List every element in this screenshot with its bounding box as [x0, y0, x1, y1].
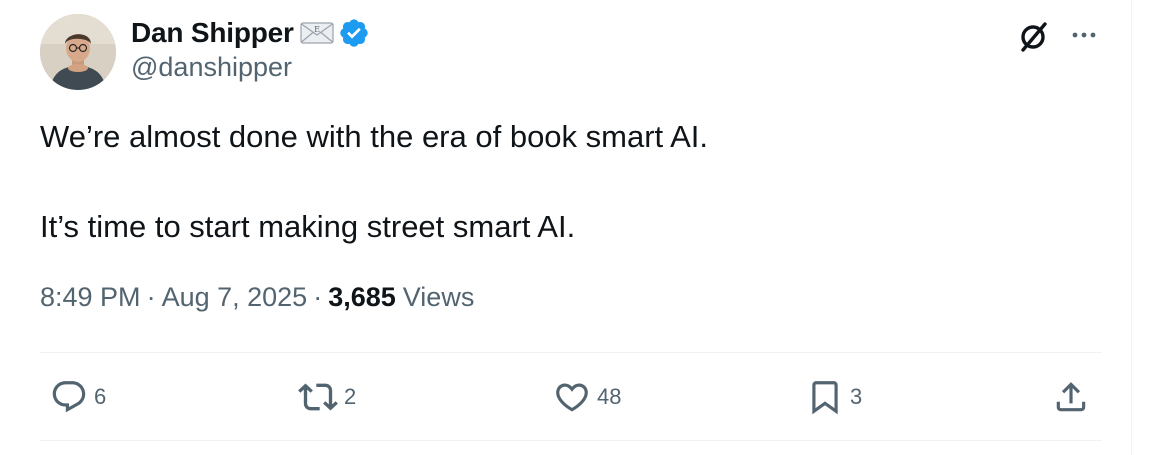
more-dots-icon[interactable] — [1066, 20, 1102, 50]
tweet-meta: 8:49 PM · Aug 7, 2025 · 3,685 Views — [40, 282, 474, 313]
author-name-row: Dan Shipper E — [131, 14, 372, 52]
author-name[interactable]: Dan Shipper — [131, 17, 294, 49]
repost-button[interactable]: 2 — [298, 374, 356, 420]
author-handle[interactable]: @danshipper — [131, 52, 292, 83]
repost-icon — [298, 377, 338, 417]
repost-count: 2 — [344, 384, 357, 409]
like-button[interactable]: 48 — [553, 374, 621, 420]
views-label[interactable]: Views — [403, 282, 475, 313]
views-count[interactable]: 3,685 — [328, 282, 396, 313]
grok-icon[interactable] — [1013, 16, 1053, 56]
tweet-card: Dan Shipper E @danshipper We’re almost d… — [0, 0, 1132, 455]
bookmark-button[interactable]: 3 — [806, 374, 862, 420]
verified-badge-icon[interactable] — [338, 16, 372, 50]
meta-separator: · — [146, 282, 156, 312]
divider-top — [40, 352, 1102, 353]
avatar[interactable] — [40, 14, 116, 90]
bookmark-icon — [806, 378, 844, 416]
share-icon — [1052, 378, 1090, 416]
envelope-emoji-icon: E — [300, 19, 336, 47]
tweet-text-line-2: It’s time to start making street smart A… — [40, 209, 576, 244]
share-button[interactable] — [1052, 374, 1090, 420]
reply-icon — [50, 378, 88, 416]
reply-button[interactable]: 6 — [50, 374, 106, 420]
like-count: 48 — [597, 384, 622, 409]
bookmark-count: 3 — [850, 384, 863, 409]
heart-icon — [553, 378, 591, 416]
tweet-date[interactable]: Aug 7, 2025 — [162, 282, 308, 313]
meta-separator: · — [313, 282, 323, 312]
tweet-time[interactable]: 8:49 PM — [40, 282, 141, 313]
envelope-letter: E — [314, 25, 320, 34]
divider-bottom — [40, 440, 1102, 441]
avatar-photo — [40, 14, 116, 90]
reply-count: 6 — [94, 384, 107, 409]
tweet-text-line-1: We’re almost done with the era of book s… — [40, 119, 708, 154]
